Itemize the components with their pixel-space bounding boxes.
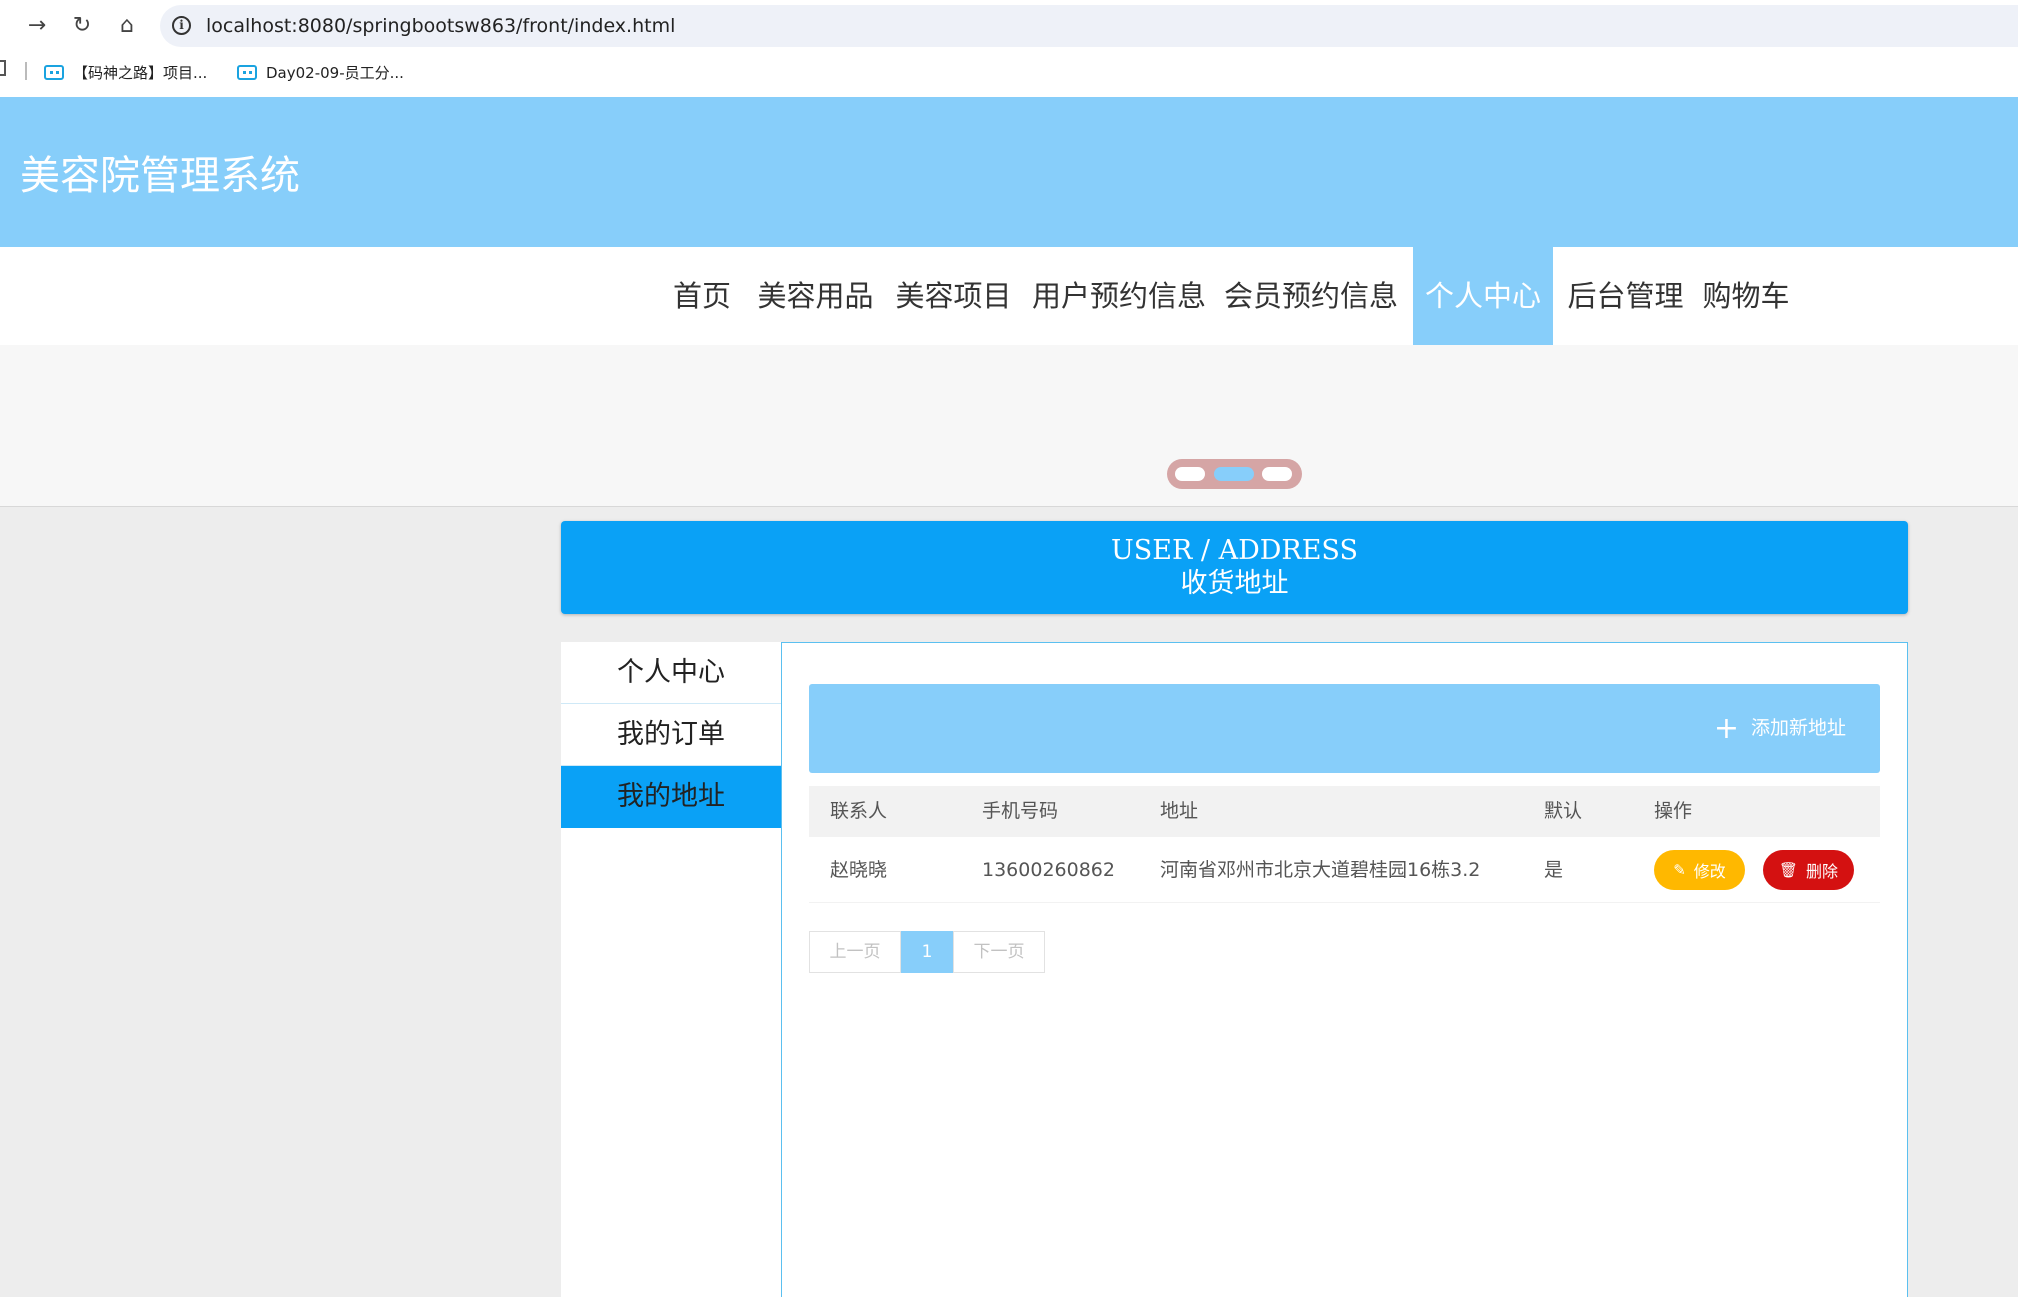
page-number-current[interactable]: 1 (901, 931, 953, 973)
plus-icon: + (1713, 711, 1739, 746)
side-item-personal-center[interactable]: 个人中心 (561, 642, 781, 704)
column-header: 操作 (1654, 800, 1693, 822)
carousel-dot[interactable] (1175, 467, 1205, 481)
pencil-icon: ✎ (1673, 861, 1686, 879)
address-text: 河南省邓州市北京大道碧桂园16栋3.2 (1160, 859, 1481, 881)
main-nav: 首页 美容用品 美容项目 用户预约信息 会员预约信息 个人中心 后台管理 购物车 (0, 247, 2018, 345)
reload-icon[interactable]: ↻ (67, 10, 97, 40)
bookmark-separator (25, 62, 27, 80)
page-heading: USER / ADDRESS 收货地址 (561, 521, 1908, 614)
nav-item-beauty-products[interactable]: 美容用品 (753, 247, 878, 345)
next-page-button[interactable]: 下一页 (953, 931, 1045, 973)
toolbar: + 添加新地址 (809, 684, 1880, 773)
contact-name: 赵晓晓 (830, 859, 888, 881)
delete-label: 删除 (1806, 862, 1839, 881)
nav-item-user-appointments[interactable]: 用户预约信息 (1030, 247, 1208, 345)
nav-item-personal-center[interactable]: 个人中心 (1413, 247, 1553, 345)
side-menu: 个人中心 我的订单 我的地址 (561, 642, 781, 1297)
column-header: 地址 (1160, 800, 1199, 822)
column-header: 联系人 (830, 800, 888, 822)
nav-item-admin[interactable]: 后台管理 (1563, 247, 1688, 345)
page-heading-zh: 收货地址 (1180, 568, 1289, 599)
delete-button[interactable]: 🗑 删除 (1763, 850, 1854, 890)
trash-icon: 🗑 (1778, 861, 1799, 879)
carousel-dot-active[interactable] (1214, 467, 1254, 481)
site-info-icon[interactable]: i (172, 16, 191, 35)
home-icon[interactable]: ⌂ (112, 10, 142, 40)
page-heading-en: USER / ADDRESS (1111, 535, 1358, 566)
nav-item-home[interactable]: 首页 (662, 247, 742, 345)
address-table: 联系人 手机号码 地址 默认 操作 赵晓晓 13600260862 河南省邓州市… (809, 786, 1880, 903)
address-bar[interactable]: i localhost:8080/springbootsw863/front/i… (160, 5, 2018, 47)
table-header: 联系人 手机号码 地址 默认 操作 (809, 786, 1880, 837)
edit-label: 修改 (1693, 862, 1726, 881)
side-item-my-address[interactable]: 我的地址 (561, 766, 781, 828)
carousel-indicators (1167, 459, 1302, 489)
column-header: 手机号码 (982, 800, 1059, 822)
nav-item-cart[interactable]: 购物车 (1701, 247, 1791, 345)
bilibili-icon (44, 64, 64, 80)
browser-toolbar: → ↻ ⌂ i localhost:8080/springbootsw863/f… (0, 0, 2018, 97)
bilibili-icon (237, 64, 257, 80)
pagination: 上一页 1 下一页 (809, 931, 1045, 973)
edit-button[interactable]: ✎ 修改 (1654, 850, 1745, 890)
nav-item-member-appointments[interactable]: 会员预约信息 (1222, 247, 1400, 345)
bookmark-item[interactable]: Day02-09-员工分... (237, 58, 404, 86)
side-item-my-orders[interactable]: 我的订单 (561, 704, 781, 766)
url-text[interactable]: localhost:8080/springbootsw863/front/ind… (206, 5, 675, 47)
default-flag: 是 (1544, 859, 1564, 881)
bookmark-label: Day02-09-员工分... (266, 63, 404, 82)
bookmark-label: 【码神之路】项目... (73, 63, 208, 82)
prev-page-button[interactable]: 上一页 (809, 931, 901, 973)
banner-carousel (0, 345, 2018, 507)
bookmark-item[interactable]: 【码神之路】项目... (44, 58, 207, 86)
add-address-label: 添加新地址 (1750, 717, 1846, 739)
apps-icon[interactable] (0, 60, 6, 76)
table-row: 赵晓晓 13600260862 河南省邓州市北京大道碧桂园16栋3.2 是 ✎ … (809, 837, 1880, 903)
forward-icon[interactable]: → (22, 10, 52, 40)
address-panel: + 添加新地址 联系人 手机号码 地址 默认 操作 赵晓晓 1360026086… (781, 642, 1908, 1297)
column-header: 默认 (1544, 800, 1583, 822)
site-title: 美容院管理系统 (20, 153, 300, 199)
phone-number: 13600260862 (982, 859, 1115, 881)
nav-item-beauty-projects[interactable]: 美容项目 (891, 247, 1016, 345)
site-header: 美容院管理系统 (0, 97, 2018, 247)
add-address-button[interactable]: + 添加新地址 (1714, 684, 1846, 773)
carousel-dot[interactable] (1262, 467, 1292, 481)
